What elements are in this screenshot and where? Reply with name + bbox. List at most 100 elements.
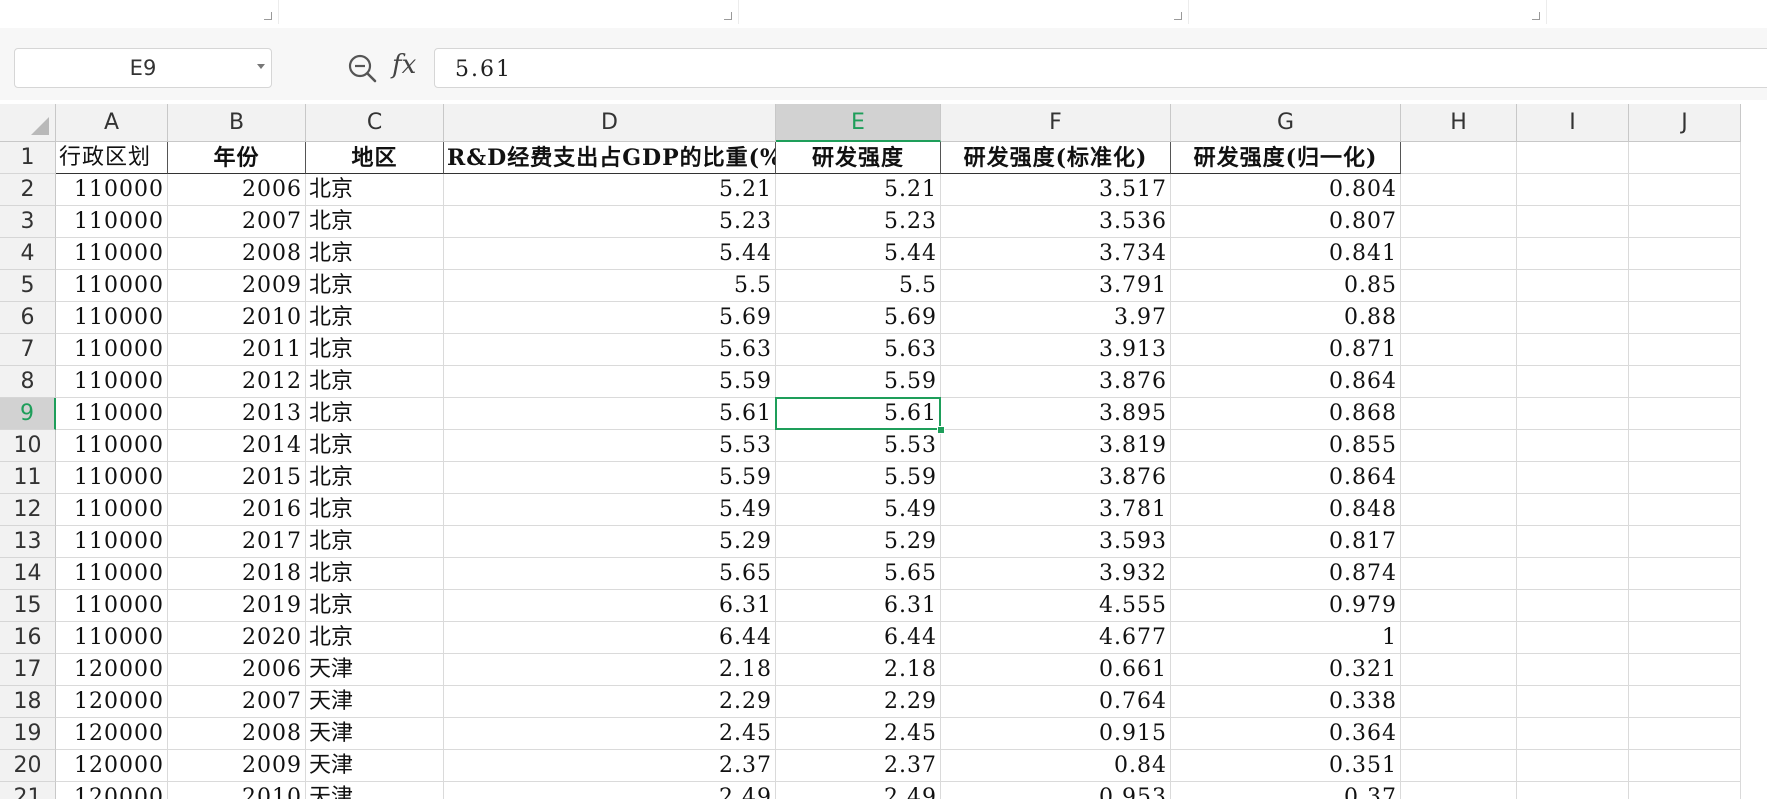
cell-h10[interactable] (1401, 430, 1517, 462)
cell-a19[interactable]: 120000 (56, 718, 168, 750)
row-header-17[interactable]: 17 (0, 654, 56, 686)
cell-i14[interactable] (1517, 558, 1629, 590)
cell-i16[interactable] (1517, 622, 1629, 654)
cell-h7[interactable] (1401, 334, 1517, 366)
cell-d1[interactable]: R&D经费支出占GDP的比重(%) (444, 142, 776, 174)
cell-b20[interactable]: 2009 (168, 750, 306, 782)
cell-c15[interactable]: 北京 (306, 590, 444, 622)
cell-c21[interactable]: 天津 (306, 782, 444, 799)
cell-a13[interactable]: 110000 (56, 526, 168, 558)
cell-g15[interactable]: 0.979 (1171, 590, 1401, 622)
column-header-a[interactable]: A (56, 104, 168, 142)
cell-c17[interactable]: 天津 (306, 654, 444, 686)
cell-b9[interactable]: 2013 (168, 398, 306, 430)
cell-h11[interactable] (1401, 462, 1517, 494)
cell-c19[interactable]: 天津 (306, 718, 444, 750)
cell-e21[interactable]: 2.49 (776, 782, 941, 799)
fx-icon[interactable]: fx (392, 50, 416, 80)
cell-b7[interactable]: 2011 (168, 334, 306, 366)
cell-f11[interactable]: 3.876 (941, 462, 1171, 494)
cell-e13[interactable]: 5.29 (776, 526, 941, 558)
cell-f20[interactable]: 0.84 (941, 750, 1171, 782)
cell-e6[interactable]: 5.69 (776, 302, 941, 334)
cell-a5[interactable]: 110000 (56, 270, 168, 302)
cell-a7[interactable]: 110000 (56, 334, 168, 366)
cell-a11[interactable]: 110000 (56, 462, 168, 494)
cell-j15[interactable] (1629, 590, 1741, 622)
cell-b17[interactable]: 2006 (168, 654, 306, 686)
cell-b5[interactable]: 2009 (168, 270, 306, 302)
cell-a18[interactable]: 120000 (56, 686, 168, 718)
cell-g2[interactable]: 0.804 (1171, 174, 1401, 206)
cell-f12[interactable]: 3.781 (941, 494, 1171, 526)
row-header-9[interactable]: 9 (0, 398, 56, 430)
cell-i1[interactable] (1517, 142, 1629, 174)
cell-b13[interactable]: 2017 (168, 526, 306, 558)
cell-e5[interactable]: 5.5 (776, 270, 941, 302)
row-header-16[interactable]: 16 (0, 622, 56, 654)
cell-i8[interactable] (1517, 366, 1629, 398)
cell-e16[interactable]: 6.44 (776, 622, 941, 654)
cell-d14[interactable]: 5.65 (444, 558, 776, 590)
cell-b1[interactable]: 年份 (168, 142, 306, 174)
cell-g13[interactable]: 0.817 (1171, 526, 1401, 558)
cell-f14[interactable]: 3.932 (941, 558, 1171, 590)
cell-b2[interactable]: 2006 (168, 174, 306, 206)
cell-g4[interactable]: 0.841 (1171, 238, 1401, 270)
cell-i12[interactable] (1517, 494, 1629, 526)
cell-f17[interactable]: 0.661 (941, 654, 1171, 686)
cell-e8[interactable]: 5.59 (776, 366, 941, 398)
cell-i13[interactable] (1517, 526, 1629, 558)
cell-d16[interactable]: 6.44 (444, 622, 776, 654)
cell-c6[interactable]: 北京 (306, 302, 444, 334)
cell-e19[interactable]: 2.45 (776, 718, 941, 750)
cell-j12[interactable] (1629, 494, 1741, 526)
cell-f1[interactable]: 研发强度(标准化) (941, 142, 1171, 174)
cell-f4[interactable]: 3.734 (941, 238, 1171, 270)
cell-b21[interactable]: 2010 (168, 782, 306, 799)
cell-c18[interactable]: 天津 (306, 686, 444, 718)
cell-j5[interactable] (1629, 270, 1741, 302)
cell-h18[interactable] (1401, 686, 1517, 718)
cell-i18[interactable] (1517, 686, 1629, 718)
row-header-8[interactable]: 8 (0, 366, 56, 398)
column-header-j[interactable]: J (1629, 104, 1741, 142)
cell-a20[interactable]: 120000 (56, 750, 168, 782)
cell-g17[interactable]: 0.321 (1171, 654, 1401, 686)
cell-c12[interactable]: 北京 (306, 494, 444, 526)
cell-h20[interactable] (1401, 750, 1517, 782)
cell-c13[interactable]: 北京 (306, 526, 444, 558)
cell-j2[interactable] (1629, 174, 1741, 206)
cell-h8[interactable] (1401, 366, 1517, 398)
zoom-search-icon[interactable] (346, 52, 378, 84)
cell-e18[interactable]: 2.29 (776, 686, 941, 718)
cell-h16[interactable] (1401, 622, 1517, 654)
row-header-2[interactable]: 2 (0, 174, 56, 206)
cell-a1[interactable]: 行政区划 (56, 142, 168, 174)
cell-h19[interactable] (1401, 718, 1517, 750)
cell-f6[interactable]: 3.97 (941, 302, 1171, 334)
cell-j14[interactable] (1629, 558, 1741, 590)
cell-h5[interactable] (1401, 270, 1517, 302)
cell-g21[interactable]: 0.37 (1171, 782, 1401, 799)
cell-e3[interactable]: 5.23 (776, 206, 941, 238)
cell-d8[interactable]: 5.59 (444, 366, 776, 398)
cell-j4[interactable] (1629, 238, 1741, 270)
spreadsheet-grid[interactable]: A B C D E F G H I J 1 2 3 4 5 6 7 8 9 10 11 12 13 14 15 16 17 18 19 2… (0, 104, 1767, 799)
dialog-launcher-icon[interactable] (724, 12, 732, 20)
cell-g10[interactable]: 0.855 (1171, 430, 1401, 462)
cell-f10[interactable]: 3.819 (941, 430, 1171, 462)
cell-d18[interactable]: 2.29 (444, 686, 776, 718)
cell-g14[interactable]: 0.874 (1171, 558, 1401, 590)
cell-e14[interactable]: 5.65 (776, 558, 941, 590)
cell-f13[interactable]: 3.593 (941, 526, 1171, 558)
cell-j18[interactable] (1629, 686, 1741, 718)
cell-f19[interactable]: 0.915 (941, 718, 1171, 750)
cell-c11[interactable]: 北京 (306, 462, 444, 494)
cell-h17[interactable] (1401, 654, 1517, 686)
cell-d21[interactable]: 2.49 (444, 782, 776, 799)
column-header-c[interactable]: C (306, 104, 444, 142)
cell-d2[interactable]: 5.21 (444, 174, 776, 206)
cell-h9[interactable] (1401, 398, 1517, 430)
column-header-e[interactable]: E (776, 104, 941, 142)
